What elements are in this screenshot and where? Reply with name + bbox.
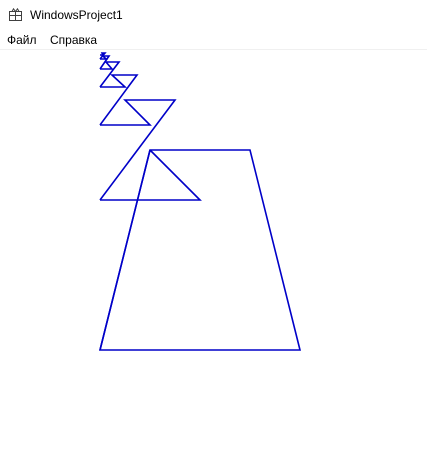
window-title: WindowsProject1 [30,8,123,22]
app-window-icon [9,8,22,21]
menu-bar: Файл Справка [0,31,427,50]
diagonal-line [99,149,151,351]
drawing-canvas [0,50,427,457]
triangle-group [98,52,302,351]
app-window: WindowsProject1 Файл Справка [0,0,427,457]
triangles-drawing [98,52,302,351]
menu-item-file[interactable]: Файл [7,33,37,47]
menu-item-help[interactable]: Справка [50,33,97,47]
triangle-large [98,149,302,351]
title-bar[interactable]: WindowsProject1 [0,0,427,31]
triangle-2 [100,149,202,201]
